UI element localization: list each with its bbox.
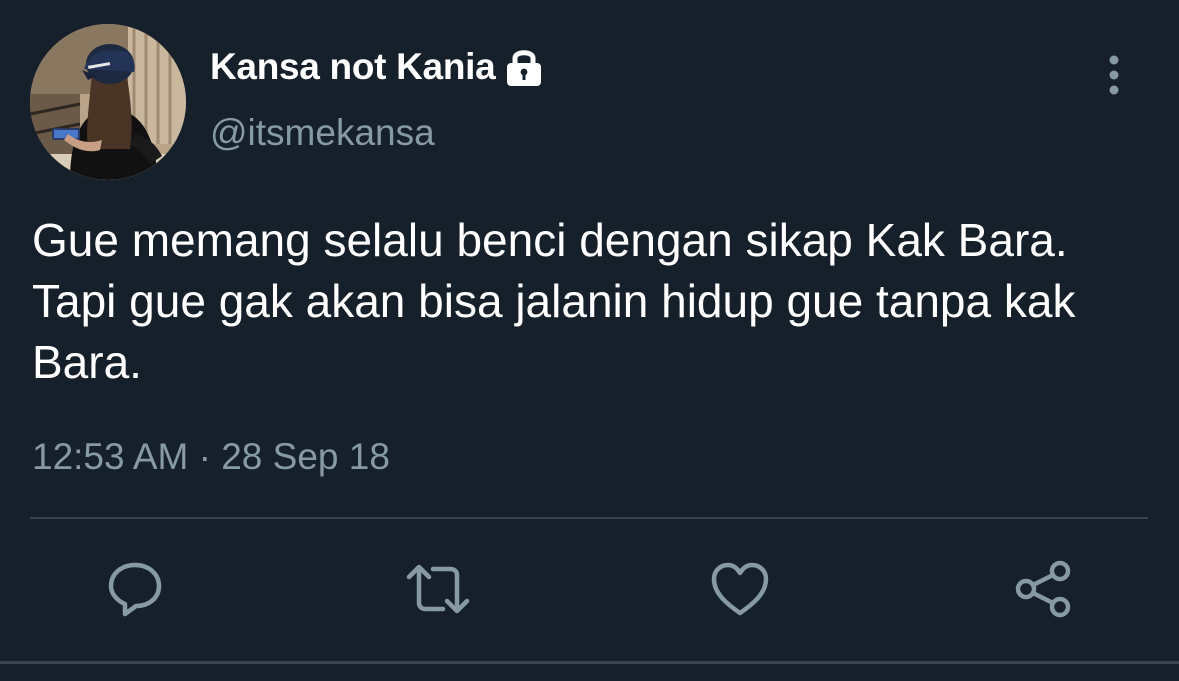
retweet-button[interactable]: [405, 556, 471, 622]
like-icon: [711, 562, 769, 616]
share-icon: [1015, 560, 1071, 618]
display-name[interactable]: Kansa not Kania: [210, 46, 496, 88]
bottom-divider: [0, 661, 1179, 664]
display-name-row: Kansa not Kania: [210, 44, 545, 90]
reply-button[interactable]: [102, 556, 168, 622]
avatar[interactable]: [30, 24, 186, 180]
username-handle[interactable]: @itsmekansa: [210, 112, 435, 154]
tweet-timestamp[interactable]: 12:53 AM · 28 Sep 18: [32, 436, 390, 478]
like-button[interactable]: [707, 556, 773, 622]
reply-icon: [108, 562, 162, 617]
tweet-text: Gue memang selalu benci dengan sikap Kak…: [32, 214, 1076, 388]
tweet-detail: Kansa not Kania @itsmekansa Gue memang s…: [0, 0, 1179, 681]
share-button[interactable]: [1010, 556, 1076, 622]
divider: [30, 517, 1148, 519]
lock-icon: [503, 47, 545, 87]
retweet-icon: [406, 564, 470, 614]
more-vertical-icon[interactable]: [1096, 52, 1132, 98]
